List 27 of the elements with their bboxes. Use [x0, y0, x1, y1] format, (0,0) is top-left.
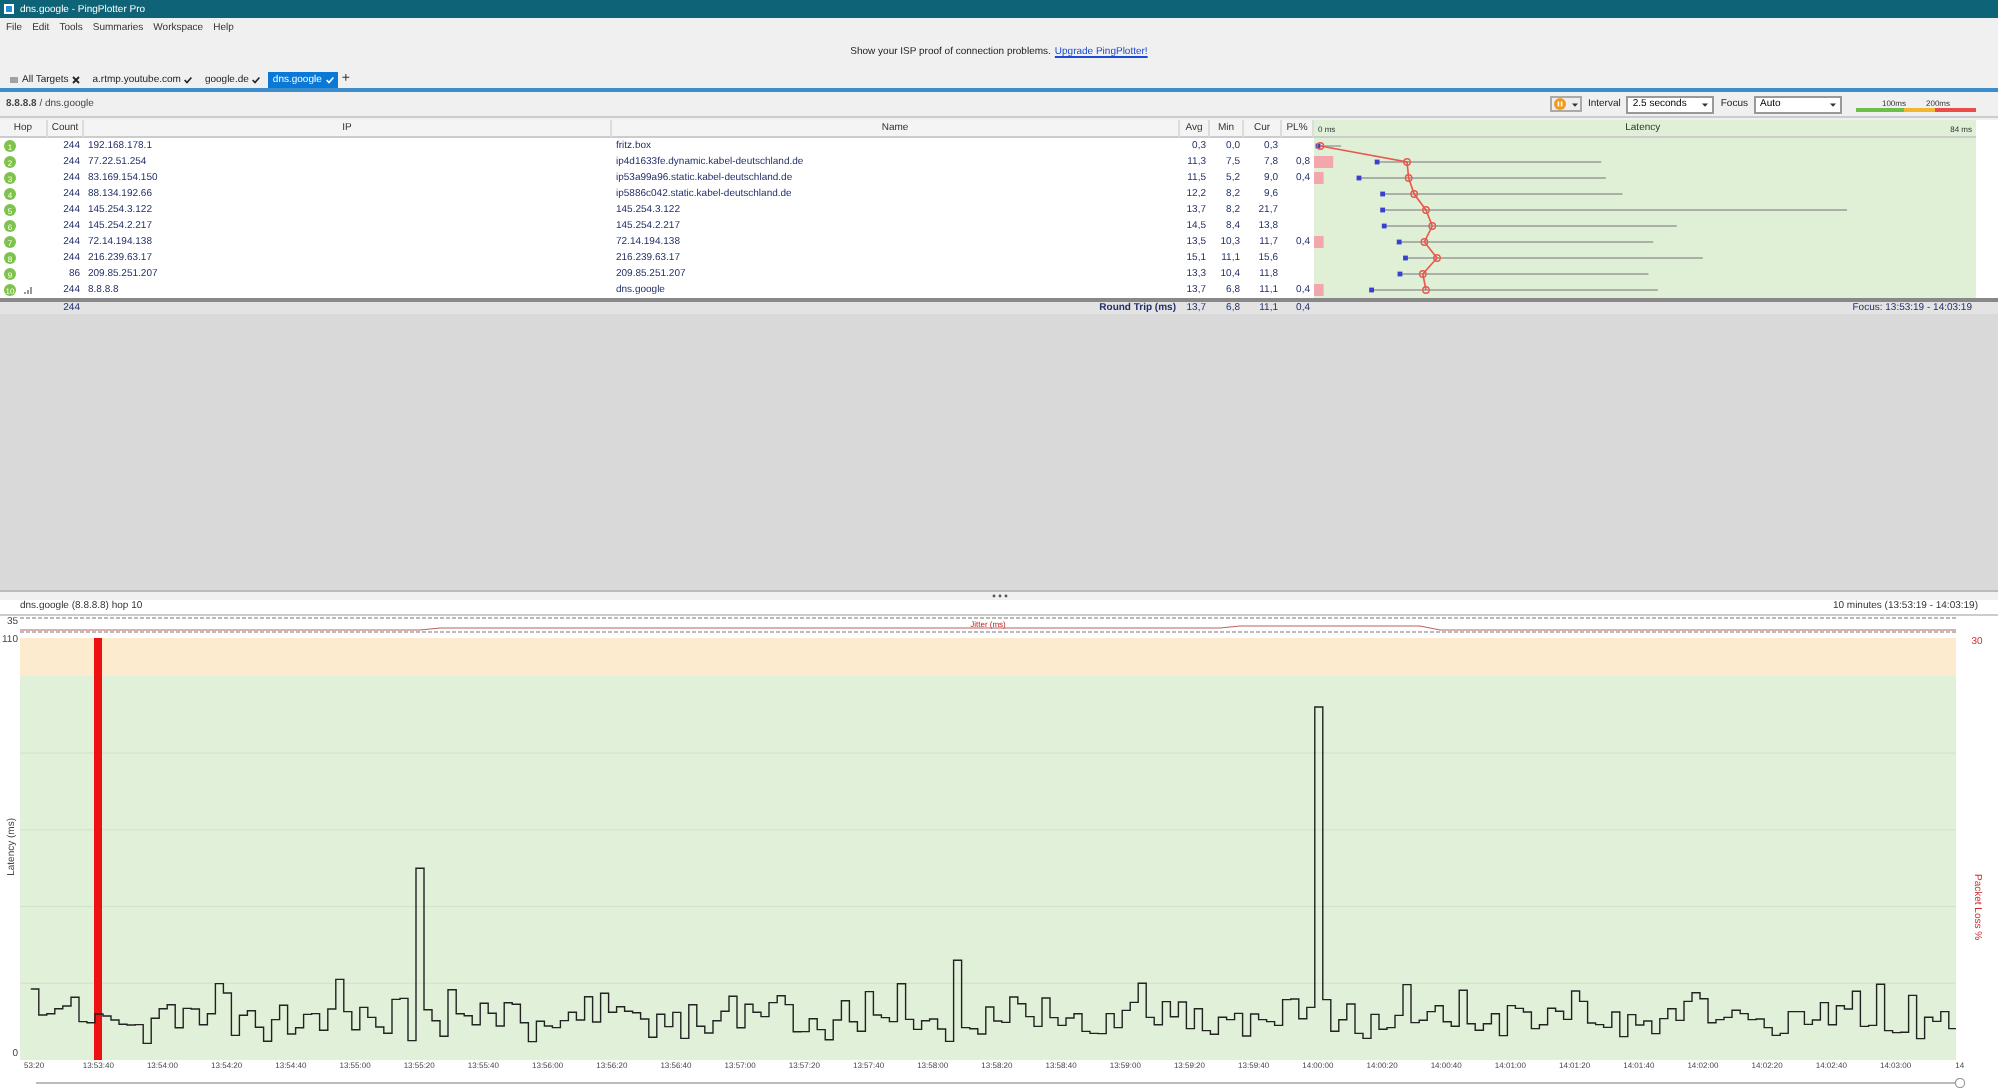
app-icon: [4, 4, 14, 14]
min-marker-icon: [1396, 239, 1402, 245]
min-marker-icon: [1380, 191, 1385, 197]
list-icon: [10, 76, 18, 84]
packet-loss-bar: [1314, 156, 1334, 168]
packet-loss-bar: [1314, 236, 1324, 248]
min-marker-icon: [1315, 143, 1321, 149]
horizontal-scrollbar[interactable]: [36, 1078, 1970, 1089]
min-marker-icon: [1397, 271, 1403, 277]
splitter-handle-icon[interactable]: [991, 593, 1007, 598]
checkmark-icon[interactable]: [184, 76, 193, 84]
packet-loss-bar: [1314, 172, 1324, 184]
dropdown-icon: [1702, 101, 1709, 107]
pause-icon: [1554, 98, 1567, 110]
signal-icon: [24, 286, 34, 294]
dropdown-icon: [1571, 101, 1578, 107]
min-marker-icon: [1356, 175, 1362, 181]
close-icon[interactable]: [72, 76, 81, 84]
packet-loss-bar: [1314, 284, 1324, 296]
latency-range-line: [1317, 145, 1342, 147]
min-marker-icon: [1380, 207, 1385, 213]
min-marker-icon: [1381, 223, 1387, 229]
dropdown-icon: [1830, 101, 1836, 107]
min-marker-icon: [1374, 159, 1380, 165]
checkmark-icon[interactable]: [252, 76, 261, 84]
min-marker-icon: [1403, 255, 1408, 261]
min-marker-icon: [1369, 287, 1374, 293]
